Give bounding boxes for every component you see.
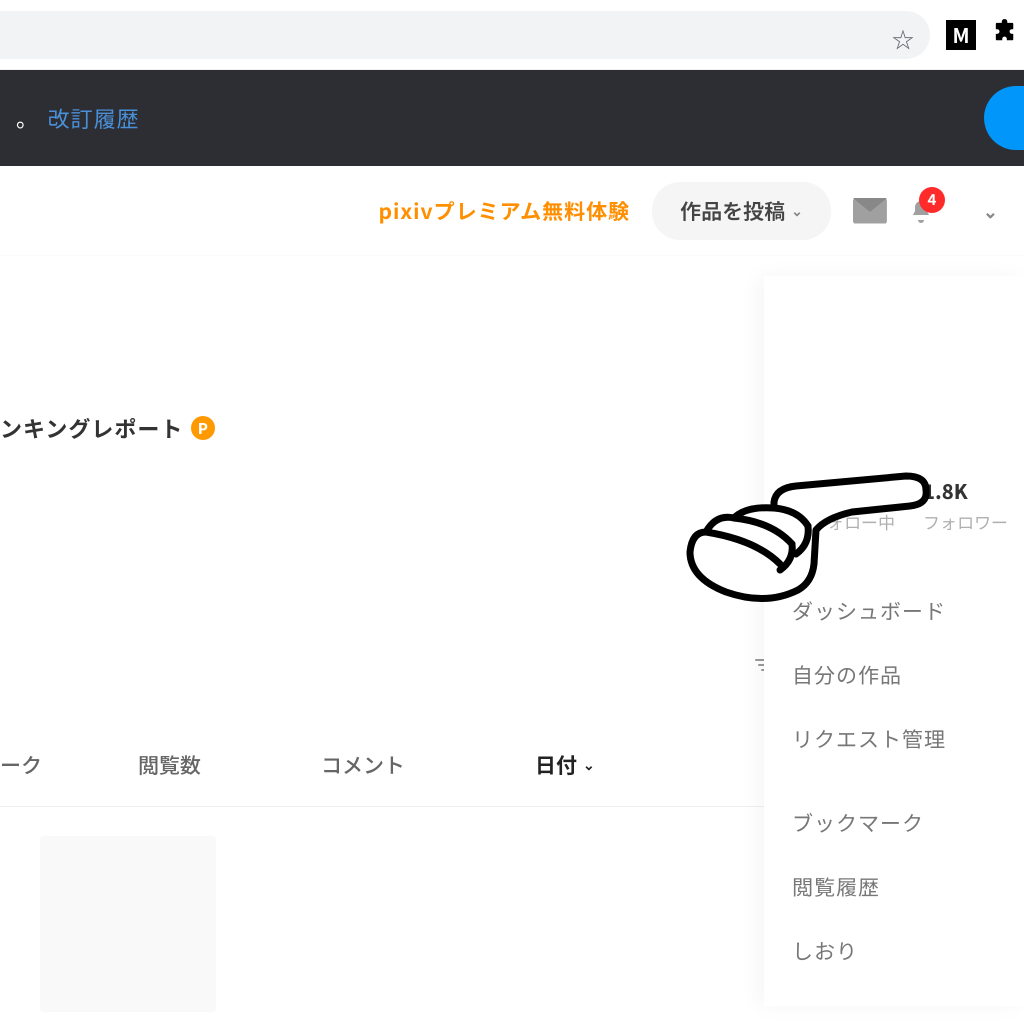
browser-chrome-bar: ☆ M [0,0,1024,70]
thumbnail[interactable] [40,836,216,1012]
column-date[interactable]: 日付 ⌄ [535,750,595,780]
address-bar[interactable]: ☆ [0,11,930,59]
column-bookmark[interactable]: ーク [0,750,42,780]
premium-p-badge-icon: P [191,416,215,440]
account-chevron-icon[interactable]: ⌄ [983,198,998,224]
sort-columns: ーク 閲覧数 コメント 日付 ⌄ [0,750,770,807]
menu-bookmarks[interactable]: ブックマーク [792,808,1004,838]
account-dropdown-panel: ォロー中 1.8K フォロワー ダッシュボード 自分の作品 リクエスト管理 ブッ… [764,276,1024,1006]
column-date-label: 日付 [535,750,577,780]
banner-cta-button[interactable] [984,86,1024,150]
account-menu: ダッシュボード 自分の作品 リクエスト管理 ブックマーク 閲覧履歴 しおり [792,596,1004,966]
menu-shiori[interactable]: しおり [792,936,1004,966]
notifications-button[interactable]: 4 [909,197,933,225]
post-work-label: 作品を投稿 [680,196,785,226]
notification-badge: 4 [919,187,945,213]
banner-punct: 。 [16,102,38,134]
pointing-hand-annotation-icon [676,460,936,630]
premium-trial-link[interactable]: pixivプレミアム無料体験 [378,196,630,226]
extensions-puzzle-icon[interactable] [994,16,1016,53]
ranking-report-heading: ンキングレポート P [0,412,215,444]
notice-banner: 。 改訂履歴 [0,70,1024,166]
thumbnail-row [40,836,760,1016]
menu-request-management[interactable]: リクエスト管理 [792,724,1004,754]
ranking-report-text: ンキングレポート [0,412,183,444]
chevron-down-icon: ⌄ [791,201,803,221]
mail-icon[interactable] [853,198,887,224]
extension-m-icon[interactable]: M [946,20,976,50]
column-views[interactable]: 閲覧数 [138,750,201,780]
column-comments[interactable]: コメント [321,750,405,780]
menu-my-works[interactable]: 自分の作品 [792,660,1004,690]
site-toolbar: pixivプレミアム無料体験 作品を投稿 ⌄ 4 ⌄ [0,166,1024,256]
revision-history-link[interactable]: 改訂履歴 [48,102,140,134]
bookmark-star-icon[interactable]: ☆ [892,23,914,55]
post-work-button[interactable]: 作品を投稿 ⌄ [652,182,831,240]
chevron-down-icon: ⌄ [583,755,595,775]
menu-browse-history[interactable]: 閲覧履歴 [792,872,1004,902]
extension-icons: M [946,16,1024,53]
